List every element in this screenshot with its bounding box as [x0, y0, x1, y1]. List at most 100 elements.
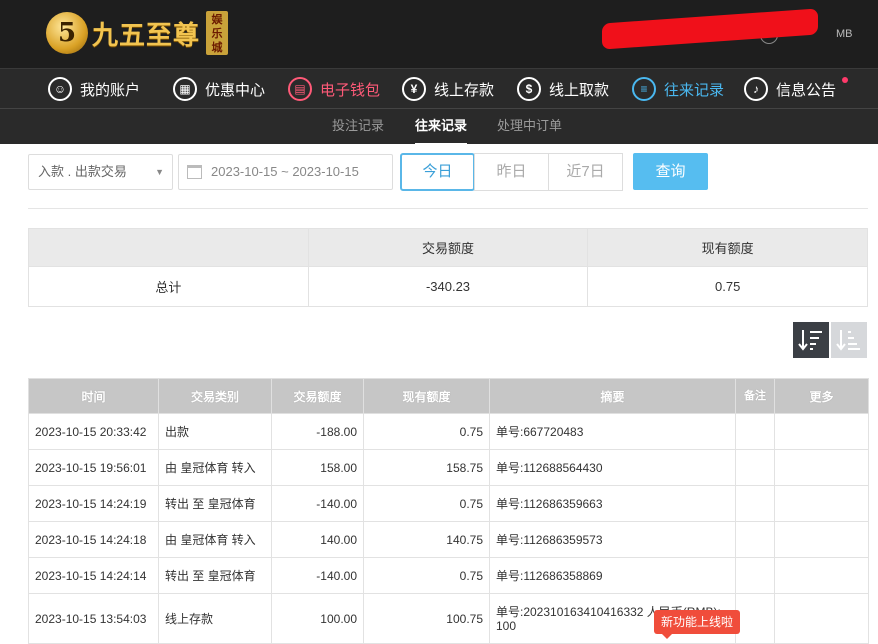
row-type: 由 皇冠体育 转入	[158, 449, 272, 486]
summary-table: 交易额度 现有额度 总计 -340.23 0.75	[28, 228, 868, 307]
transaction-type-value: 入款 . 出款交易	[38, 164, 127, 179]
row-remark	[735, 485, 775, 522]
col-more: 更多	[774, 378, 869, 414]
summary-total-balance: 0.75	[587, 266, 868, 307]
row-time: 2023-10-15 14:24:19	[28, 485, 159, 522]
col-balance: 现有额度	[363, 378, 490, 414]
row-amount: 140.00	[271, 521, 364, 558]
row-remark	[735, 557, 775, 594]
summary-header-amount: 交易额度	[307, 228, 589, 267]
row-summary: 单号:112686358869	[489, 557, 736, 594]
logo-mark: 5	[46, 12, 88, 54]
summary-header-label	[28, 228, 309, 267]
summary-total-row: 总计 -340.23 0.75	[28, 266, 868, 307]
records-icon: ≡	[632, 77, 656, 101]
row-more[interactable]	[774, 413, 869, 450]
row-type: 线上存款	[158, 593, 272, 644]
transaction-type-select[interactable]: 入款 . 出款交易 ▼	[28, 154, 173, 190]
table-row: 2023-10-15 14:24:18 由 皇冠体育 转入 140.00 140…	[28, 521, 869, 558]
chevron-down-icon: ▼	[155, 167, 164, 177]
col-time: 时间	[28, 378, 159, 414]
row-remark	[735, 413, 775, 450]
nav-online-deposit[interactable]: ¥ 线上存款	[402, 75, 494, 103]
sort-descending-icon[interactable]	[793, 322, 829, 358]
range-7days-button[interactable]: 近7日	[548, 153, 623, 191]
row-amount: -140.00	[271, 485, 364, 522]
row-more[interactable]	[774, 593, 869, 644]
divider	[28, 208, 868, 209]
nav-my-account[interactable]: ☺ 我的账户	[48, 75, 140, 103]
row-more[interactable]	[774, 449, 869, 486]
table-row: 2023-10-15 19:56:01 由 皇冠体育 转入 158.00 158…	[28, 449, 869, 486]
top-header: 5 九五至尊 娱乐城 MB	[0, 0, 878, 68]
main-nav: ☺ 我的账户 ▦ 优惠中心 ▤ 电子钱包 ¥ 线上存款 $ 线上取款 ≡ 往来记录 ♪ 信息公…	[0, 68, 878, 108]
row-remark	[735, 449, 775, 486]
row-type: 转出 至 皇冠体育	[158, 485, 272, 522]
table-row: 2023-10-15 20:33:42 出款 -188.00 0.75 单号:6…	[28, 413, 869, 450]
sub-nav: 投注记录 往来记录 处理中订单	[0, 108, 878, 145]
row-amount: 158.00	[271, 449, 364, 486]
row-balance: 140.75	[363, 521, 490, 558]
col-type: 交易类别	[158, 378, 272, 414]
nav-announcements[interactable]: ♪ 信息公告	[744, 75, 836, 103]
tab-pending-orders[interactable]: 处理中订单	[497, 109, 562, 145]
row-summary: 单号:112686359573	[489, 521, 736, 558]
row-remark	[735, 521, 775, 558]
range-today-button[interactable]: 今日	[400, 153, 475, 191]
summary-total-amount: -340.23	[307, 266, 589, 307]
nav-promotions[interactable]: ▦ 优惠中心	[173, 75, 265, 103]
row-time: 2023-10-15 14:24:18	[28, 521, 159, 558]
wallet-icon: ▤	[288, 77, 312, 101]
bell-icon: ♪	[744, 77, 768, 101]
nav-e-wallet[interactable]: ▤ 电子钱包	[288, 75, 380, 103]
row-balance: 158.75	[363, 449, 490, 486]
summary-header-row: 交易额度 现有额度	[28, 228, 868, 267]
brand-badge: 娱乐城	[206, 11, 229, 55]
row-summary: 单号:667720483	[489, 413, 736, 450]
table-row: 2023-10-15 13:54:03 线上存款 100.00 100.75 单…	[28, 593, 869, 644]
brand-logo[interactable]: 5 九五至尊 娱乐城	[46, 8, 229, 58]
tab-bet-records[interactable]: 投注记录	[332, 109, 384, 145]
query-button[interactable]: 查询	[633, 153, 708, 190]
new-feature-tooltip[interactable]: 新功能上线啦	[654, 610, 740, 639]
row-amount: -188.00	[271, 413, 364, 450]
row-balance: 0.75	[363, 557, 490, 594]
deposit-icon: ¥	[402, 77, 426, 101]
nav-online-withdraw[interactable]: $ 线上取款	[517, 75, 609, 103]
row-time: 2023-10-15 13:54:03	[28, 593, 159, 644]
range-yesterday-button[interactable]: 昨日	[474, 153, 549, 191]
row-summary: 单号:112688564430	[489, 449, 736, 486]
row-amount: -140.00	[271, 557, 364, 594]
gift-icon: ▦	[173, 77, 197, 101]
summary-total-label: 总计	[28, 266, 309, 307]
col-summary: 摘要	[489, 378, 736, 414]
row-amount: 100.00	[271, 593, 364, 644]
transaction-records-table: 时间 交易类别 交易额度 现有额度 摘要 备注 更多 2023-10-15 20…	[28, 378, 869, 644]
calendar-icon	[187, 165, 202, 179]
table-row: 2023-10-15 14:24:14 转出 至 皇冠体育 -140.00 0.…	[28, 557, 869, 594]
date-range-input[interactable]: 2023-10-15 ~ 2023-10-15	[178, 154, 393, 190]
row-time: 2023-10-15 14:24:14	[28, 557, 159, 594]
row-more[interactable]	[774, 521, 869, 558]
nav-transactions[interactable]: ≡ 往来记录	[632, 75, 724, 103]
date-range-value: 2023-10-15 ~ 2023-10-15	[211, 164, 359, 179]
row-balance: 0.75	[363, 413, 490, 450]
col-remark: 备注	[735, 378, 775, 414]
row-balance: 100.75	[363, 593, 490, 644]
row-more[interactable]	[774, 557, 869, 594]
sort-ascending-icon[interactable]	[831, 322, 867, 358]
table-row: 2023-10-15 14:24:19 转出 至 皇冠体育 -140.00 0.…	[28, 485, 869, 522]
row-type: 出款	[158, 413, 272, 450]
row-more[interactable]	[774, 485, 869, 522]
row-type: 转出 至 皇冠体育	[158, 557, 272, 594]
row-time: 2023-10-15 19:56:01	[28, 449, 159, 486]
brand-name: 九五至尊	[92, 20, 201, 51]
withdraw-icon: $	[517, 77, 541, 101]
row-remark	[735, 593, 775, 644]
row-summary: 单号:112686359663	[489, 485, 736, 522]
row-balance: 0.75	[363, 485, 490, 522]
tab-transactions[interactable]: 往来记录	[415, 109, 468, 145]
row-type: 由 皇冠体育 转入	[158, 521, 272, 558]
notification-dot	[842, 77, 848, 83]
col-amount: 交易额度	[271, 378, 364, 414]
